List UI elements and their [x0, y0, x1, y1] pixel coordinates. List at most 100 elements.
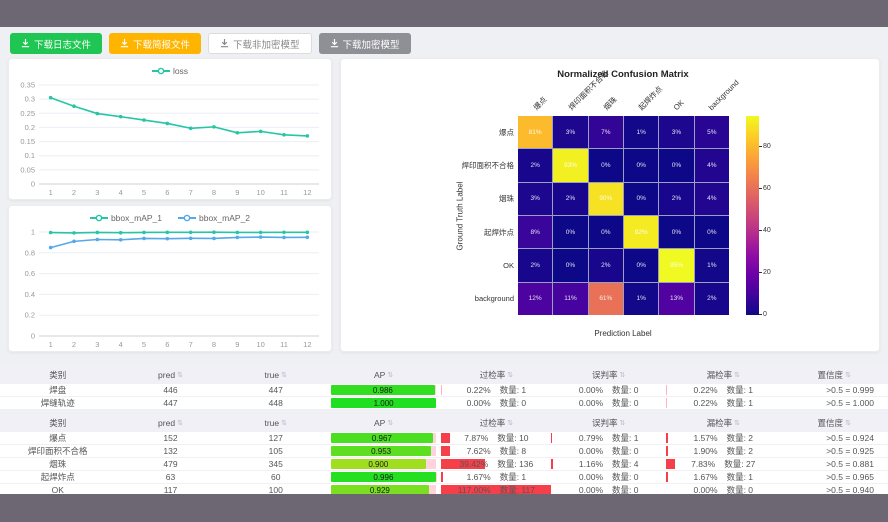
sort-icon[interactable]: ⇅	[281, 371, 287, 379]
cm-cell: 13%	[659, 283, 693, 315]
cm-cell: 12%	[518, 283, 552, 315]
rate-value: 117.00%	[458, 485, 491, 495]
column-header-label: 置信度	[818, 369, 844, 381]
ap-bar: 1.000	[331, 398, 436, 408]
category-cell: 烟珠	[0, 458, 115, 470]
column-header-label: AP	[374, 418, 385, 428]
column-header-conf[interactable]: 置信度⇅	[781, 417, 888, 429]
confidence-cell: >0.5 = 0.925	[781, 445, 888, 457]
column-header-miss[interactable]: 漏检率⇅	[666, 417, 781, 429]
column-header-true[interactable]: true⇅	[226, 418, 326, 428]
sort-icon[interactable]: ⇅	[177, 419, 183, 427]
sort-icon[interactable]: ⇅	[845, 371, 851, 379]
category-cell: 焊印面积不合格	[0, 445, 115, 457]
pred-cell: 446	[115, 385, 225, 395]
sort-icon[interactable]: ⇅	[620, 371, 626, 379]
svg-text:11: 11	[280, 340, 288, 349]
cm-cell: 0%	[553, 249, 587, 281]
legend-item-loss[interactable]: loss	[152, 66, 188, 76]
column-header-label: true	[264, 418, 279, 428]
legend-marker	[90, 214, 108, 222]
download-encrypted-model-button[interactable]: 下载加密模型	[319, 33, 411, 54]
column-header-over[interactable]: 过检率⇅	[441, 369, 551, 381]
rate-count: 数量: 1	[727, 397, 753, 409]
column-header-pred[interactable]: pred⇅	[115, 418, 225, 428]
bbox-map-chart-card: bbox_mAP_1bbox_mAP_2 00.20.40.60.8112345…	[8, 205, 332, 352]
colorbar-tick-label: 20	[763, 269, 771, 276]
rate-value: 1.67%	[693, 472, 717, 482]
cm-cell: 0%	[553, 216, 587, 248]
legend-item-bbox_mAP_1[interactable]: bbox_mAP_1	[90, 213, 162, 223]
sort-icon[interactable]: ⇅	[507, 371, 513, 379]
cm-row-label: 起焊炸点	[401, 228, 514, 237]
svg-text:7: 7	[189, 340, 193, 349]
column-header-pred[interactable]: pred⇅	[115, 370, 225, 380]
metrics-tables: 类别pred⇅true⇅AP⇅过检率⇅误判率⇅漏检率⇅置信度⇅焊盘4464470…	[0, 366, 888, 501]
confidence-cell: >0.5 = 0.965	[781, 471, 888, 483]
cm-cell: 0%	[589, 216, 623, 248]
rate-count: 数量: 27	[724, 458, 755, 470]
column-header-ap[interactable]: AP⇅	[326, 370, 441, 380]
pred-cell: 63	[115, 472, 225, 482]
column-header-ap[interactable]: AP⇅	[326, 418, 441, 428]
sort-icon[interactable]: ⇅	[845, 419, 851, 427]
column-header-inner: 漏检率⇅	[666, 369, 781, 381]
sort-icon[interactable]: ⇅	[507, 419, 513, 427]
svg-text:0.2: 0.2	[25, 311, 35, 320]
rate-bar	[441, 472, 443, 482]
column-header-inner: pred⇅	[115, 418, 225, 428]
svg-text:5: 5	[142, 340, 146, 349]
rate-value: 0.00%	[579, 485, 603, 495]
sort-icon[interactable]: ⇅	[734, 419, 740, 427]
cm-cell: 81%	[518, 116, 552, 148]
cm-cell: 92%	[624, 216, 658, 248]
svg-text:10: 10	[256, 340, 264, 349]
column-header-inner: pred⇅	[115, 370, 225, 380]
rate-bar	[666, 446, 668, 456]
category-cell: 起焊炸点	[0, 471, 115, 483]
rate-cell: 1.90%数量: 2	[666, 445, 781, 457]
ap-cell: 0.996	[326, 472, 441, 482]
cm-col-label: 起焊炸点	[637, 84, 665, 112]
download-icon	[120, 39, 129, 48]
download-report-file-button[interactable]: 下载简报文件	[109, 33, 201, 54]
rate-count: 数量: 0	[612, 384, 638, 396]
cm-cell: 3%	[659, 116, 693, 148]
legend-item-bbox_mAP_2[interactable]: bbox_mAP_2	[178, 213, 250, 223]
column-header-inner: 置信度⇅	[781, 369, 888, 381]
column-header-label: 置信度	[818, 417, 844, 429]
cm-cell: 3%	[553, 116, 587, 148]
sort-icon[interactable]: ⇅	[734, 371, 740, 379]
sort-icon[interactable]: ⇅	[387, 371, 393, 379]
svg-text:2: 2	[72, 188, 76, 197]
column-header-true[interactable]: true⇅	[226, 370, 326, 380]
rate-count: 数量: 1	[727, 384, 753, 396]
column-header-over[interactable]: 过检率⇅	[441, 417, 551, 429]
svg-text:5: 5	[142, 188, 146, 197]
ap-bar: 0.996	[331, 472, 436, 482]
sort-icon[interactable]: ⇅	[387, 419, 393, 427]
sort-icon[interactable]: ⇅	[177, 371, 183, 379]
rate-value: 1.90%	[693, 446, 717, 456]
download-unencrypted-model-button[interactable]: 下载非加密模型	[208, 33, 312, 54]
cm-cell: 7%	[589, 116, 623, 148]
rate-cell: 0.00%数量: 0	[551, 445, 666, 457]
ap-bar: 0.986	[331, 385, 435, 395]
sort-icon[interactable]: ⇅	[620, 419, 626, 427]
download-log-file-button[interactable]: 下载日志文件	[10, 33, 102, 54]
svg-text:11: 11	[280, 188, 288, 197]
sort-icon[interactable]: ⇅	[281, 419, 287, 427]
svg-text:9: 9	[235, 188, 239, 197]
column-header-inner: true⇅	[226, 418, 326, 428]
column-header-conf[interactable]: 置信度⇅	[781, 369, 888, 381]
column-header-mis[interactable]: 误判率⇅	[551, 369, 666, 381]
table-row: 焊盘4464470.9860.22%数量: 10.00%数量: 00.22%数量…	[0, 383, 888, 396]
colorbar-tick: 20	[759, 269, 771, 276]
column-header-mis[interactable]: 误判率⇅	[551, 417, 666, 429]
button-label: 下载简报文件	[133, 37, 190, 51]
rate-value: 7.62%	[467, 446, 491, 456]
rate-value: 1.16%	[579, 459, 603, 469]
table-row: 爆点1521270.9677.87%数量: 100.79%数量: 11.57%数…	[0, 431, 888, 444]
column-header-miss[interactable]: 漏检率⇅	[666, 369, 781, 381]
svg-text:3: 3	[95, 188, 99, 197]
